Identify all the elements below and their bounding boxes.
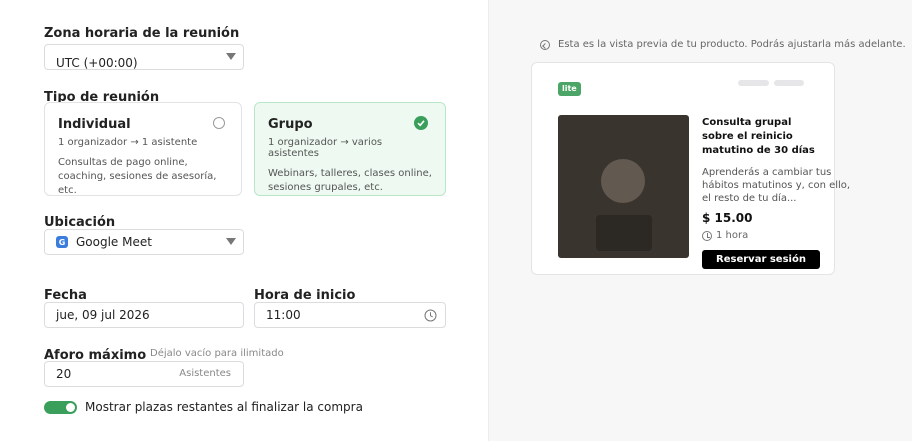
card-subtitle: 1 organizador → 1 asistente (58, 137, 198, 148)
product-duration-text: 1 hora (716, 230, 749, 241)
remaining-seats-toggle-label: Mostrar plazas restantes al finalizar la… (85, 400, 363, 414)
preview-notice-text: Esta es la vista previa de tu producto. … (558, 39, 906, 50)
google-meet-icon: G (56, 236, 68, 248)
card-description: Consultas de pago online, coaching, sesi… (58, 157, 217, 196)
timezone-value: UTC (+00:00) (56, 56, 138, 70)
location-value: Google Meet (76, 235, 152, 249)
product-price: $ 15.00 (702, 211, 753, 225)
radio-checked-icon[interactable] (414, 116, 428, 130)
date-label: Fecha (44, 288, 87, 303)
date-value: jue, 09 jul 2026 (56, 308, 150, 322)
date-input[interactable]: jue, 09 jul 2026 (44, 302, 244, 328)
capacity-value: 20 (56, 367, 72, 381)
product-preview-card: lite Consulta grupal sobre el reinicio m… (531, 62, 850, 275)
product-thumbnail (558, 115, 689, 258)
remaining-seats-toggle[interactable] (44, 401, 77, 414)
start-time-input[interactable]: 11:00 (254, 302, 446, 328)
chevron-down-icon (226, 238, 236, 245)
plan-badge: lite (558, 82, 581, 96)
timezone-label: Zona horaria de la reunión (44, 26, 240, 41)
toggle-knob (66, 403, 75, 412)
product-description: Aprenderás a cambiar tus hábitos matutin… (702, 167, 851, 204)
avatar-placeholder-head (601, 159, 645, 203)
capacity-unit: Asistentes (179, 368, 231, 379)
clock-icon (702, 230, 712, 241)
start-time-value: 11:00 (266, 308, 301, 322)
capacity-input[interactable]: 20 Asistentes (44, 361, 244, 387)
location-select[interactable]: G Google Meet (44, 229, 244, 255)
meeting-type-group-card[interactable]: Grupo 1 organizador → varios asistentes … (254, 102, 446, 196)
preview-notice: Esta es la vista previa de tu producto. … (540, 39, 906, 50)
meeting-type-individual-card[interactable]: Individual 1 organizador → 1 asistente C… (44, 102, 242, 196)
capacity-hint: Déjalo vacío para ilimitado (150, 348, 284, 359)
book-session-button[interactable]: Reservar sesión (702, 250, 820, 269)
card-subtitle: 1 organizador → varios asistentes (268, 137, 383, 159)
radio-unchecked-icon[interactable] (213, 117, 225, 129)
avatar-placeholder-body (596, 215, 652, 251)
clock-icon[interactable] (424, 309, 437, 322)
info-back-icon (540, 39, 550, 50)
card-title: Individual (58, 117, 131, 132)
timezone-select[interactable]: UTC (+00:00) (44, 44, 244, 70)
card-title: Grupo (268, 117, 313, 132)
placeholder-pill (774, 80, 804, 86)
card-description: Webinars, talleres, clases online, sesio… (268, 168, 432, 193)
product-duration: 1 hora (702, 230, 748, 241)
start-time-label: Hora de inicio (254, 288, 356, 303)
chevron-down-icon (226, 53, 236, 60)
form-panel: Zona horaria de la reunión UTC (+00:00) … (0, 0, 488, 441)
location-label: Ubicación (44, 215, 116, 230)
checkmark-icon (417, 120, 425, 127)
placeholder-pill (738, 80, 769, 86)
product-title: Consulta grupal sobre el reinicio matuti… (702, 117, 815, 156)
